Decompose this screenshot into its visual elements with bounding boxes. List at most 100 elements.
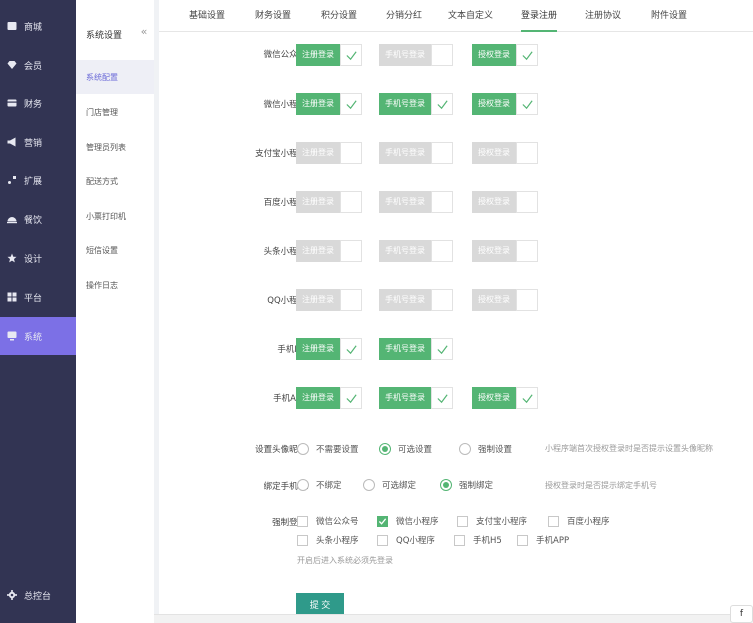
toggle-register-login[interactable]: 注册登录 [296, 142, 362, 164]
toggle-register-login[interactable]: 注册登录 [296, 338, 362, 360]
checkbox-wechat-mini[interactable]: 微信小程序 [377, 514, 439, 528]
toggle-register-login[interactable]: 注册登录 [296, 191, 362, 213]
check-icon [340, 338, 362, 360]
sidebar-item-label: 系统 [24, 332, 43, 343]
radio-avatar-optional[interactable]: 可选设置 [379, 442, 432, 456]
checkbox-box [297, 534, 308, 546]
toggle-auth-login[interactable]: 授权登录 [472, 191, 538, 213]
submenu-item-store-manage[interactable]: 门店管理 [76, 95, 154, 129]
checkbox-toutiao-mini[interactable]: 头条小程序 [297, 533, 359, 547]
sidebar-item-label: 扩展 [24, 176, 43, 187]
radio-avatar-none[interactable]: 不需要设置 [297, 442, 359, 456]
toggle-phone-login[interactable]: 手机号登录 [379, 191, 453, 213]
radio-bind-none[interactable]: 不绑定 [297, 478, 342, 492]
bind-phone-hint: 授权登录时是否提示绑定手机号 [545, 481, 657, 490]
radio-label: 可选绑定 [382, 481, 417, 491]
toggle-label: 注册登录 [296, 44, 340, 66]
tab-distribution[interactable]: 分销分红 [386, 0, 422, 32]
check-icon [516, 93, 538, 115]
toggle-phone-login[interactable]: 手机号登录 [379, 44, 453, 66]
submenu-item-sms[interactable]: 短信设置 [76, 233, 154, 267]
sidebar-item-system[interactable]: 系统 [0, 317, 76, 355]
toggle-phone-login[interactable]: 手机号登录 [379, 93, 453, 115]
checkbox-qq-mini[interactable]: QQ小程序 [377, 533, 435, 547]
tab-register-agreement[interactable]: 注册协议 [585, 0, 621, 32]
toggle-label: 注册登录 [296, 191, 340, 213]
submenu-item-admin-list[interactable]: 管理员列表 [76, 130, 154, 164]
toggle-label: 注册登录 [296, 240, 340, 262]
sidebar-item-member[interactable]: 会员 [0, 46, 76, 84]
checkbox-baidu-mini[interactable]: 百度小程序 [548, 514, 610, 528]
checkbox-box [454, 534, 465, 546]
check-icon [340, 44, 362, 66]
corner-badge[interactable]: f [730, 605, 753, 623]
platform-icon [6, 291, 18, 303]
checkbox-box [517, 534, 528, 546]
toggle-auth-login[interactable]: 授权登录 [472, 142, 538, 164]
radio-bind-optional[interactable]: 可选绑定 [363, 478, 416, 492]
row-label-avatar-nickname: 设置头像昵称: [255, 445, 309, 455]
toggle-box [431, 240, 453, 262]
toggle-phone-login[interactable]: 手机号登录 [379, 240, 453, 262]
settings-tabs: 基础设置 财务设置 积分设置 分销分红 文本自定义 登录注册 注册协议 附件设置 [159, 0, 753, 32]
tab-attachment[interactable]: 附件设置 [651, 0, 687, 32]
submenu-item-system-config[interactable]: 系统配置 [76, 60, 154, 94]
radio-dot [440, 479, 452, 491]
toggle-phone-login[interactable]: 手机号登录 [379, 289, 453, 311]
checkbox-mobile-h5[interactable]: 手机H5 [454, 533, 502, 547]
toggle-register-login[interactable]: 注册登录 [296, 289, 362, 311]
radio-avatar-force[interactable]: 强制设置 [459, 442, 512, 456]
submenu-item-logs[interactable]: 操作日志 [76, 268, 154, 302]
extension-icon [6, 174, 18, 186]
sidebar-item-label: 设计 [24, 254, 43, 265]
toggle-label: 授权登录 [472, 93, 516, 115]
checkbox-label: 百度小程序 [567, 517, 610, 527]
toggle-phone-login[interactable]: 手机号登录 [379, 142, 453, 164]
sidebar-item-extension[interactable]: 扩展 [0, 161, 76, 199]
toggle-auth-login[interactable]: 授权登录 [472, 240, 538, 262]
sidebar-item-store[interactable]: 商城 [0, 7, 76, 45]
checkbox-label: 手机APP [536, 536, 570, 546]
row-label-wechat-official: 微信公众号: [263, 50, 309, 60]
sidebar-item-finance[interactable]: 财务 [0, 84, 76, 122]
checkbox-label: 支付宝小程序 [476, 517, 528, 527]
sidebar-item-design[interactable]: 设计 [0, 239, 76, 277]
toggle-box [516, 289, 538, 311]
toggle-label: 注册登录 [296, 142, 340, 164]
toggle-register-login[interactable]: 注册登录 [296, 93, 362, 115]
submenu-item-printer[interactable]: 小票打印机 [76, 199, 154, 233]
toggle-phone-login[interactable]: 手机号登录 [379, 387, 453, 409]
sidebar-item-platform[interactable]: 平台 [0, 278, 76, 316]
tab-basic[interactable]: 基础设置 [189, 0, 225, 32]
tab-login-register[interactable]: 登录注册 [521, 0, 558, 32]
sidebar-item-marketing[interactable]: 营销 [0, 123, 76, 161]
row-label-wechat-mini: 微信小程序: [263, 100, 309, 110]
row-label-baidu-mini: 百度小程序: [263, 198, 309, 208]
toggle-register-login[interactable]: 注册登录 [296, 387, 362, 409]
store-icon [6, 20, 18, 32]
tab-text-custom[interactable]: 文本自定义 [448, 0, 493, 32]
radio-dot [297, 479, 309, 491]
radio-dot [297, 443, 309, 455]
toggle-auth-login[interactable]: 授权登录 [472, 93, 538, 115]
sidebar-item-console[interactable]: 总控台 [0, 576, 76, 614]
sidebar-item-catering[interactable]: 餐饮 [0, 200, 76, 238]
checkbox-wechat-official[interactable]: 微信公众号 [297, 514, 359, 528]
radio-dot [379, 443, 391, 455]
checkbox-mobile-app[interactable]: 手机APP [517, 533, 569, 547]
toggle-register-login[interactable]: 注册登录 [296, 240, 362, 262]
toggle-box [516, 142, 538, 164]
collapse-button[interactable]: « [136, 24, 152, 40]
checkbox-box [377, 534, 388, 546]
toggle-phone-login[interactable]: 手机号登录 [379, 338, 453, 360]
tab-finance[interactable]: 财务设置 [255, 0, 291, 32]
tab-points[interactable]: 积分设置 [321, 0, 357, 32]
toggle-register-login[interactable]: 注册登录 [296, 44, 362, 66]
submenu-item-delivery[interactable]: 配送方式 [76, 164, 154, 198]
toggle-auth-login[interactable]: 授权登录 [472, 289, 538, 311]
row-label-mobile-app: 手机APP: [273, 394, 309, 404]
radio-bind-force[interactable]: 强制绑定 [440, 478, 493, 492]
toggle-auth-login[interactable]: 授权登录 [472, 44, 538, 66]
checkbox-alipay-mini[interactable]: 支付宝小程序 [457, 514, 527, 528]
toggle-auth-login[interactable]: 授权登录 [472, 387, 538, 409]
